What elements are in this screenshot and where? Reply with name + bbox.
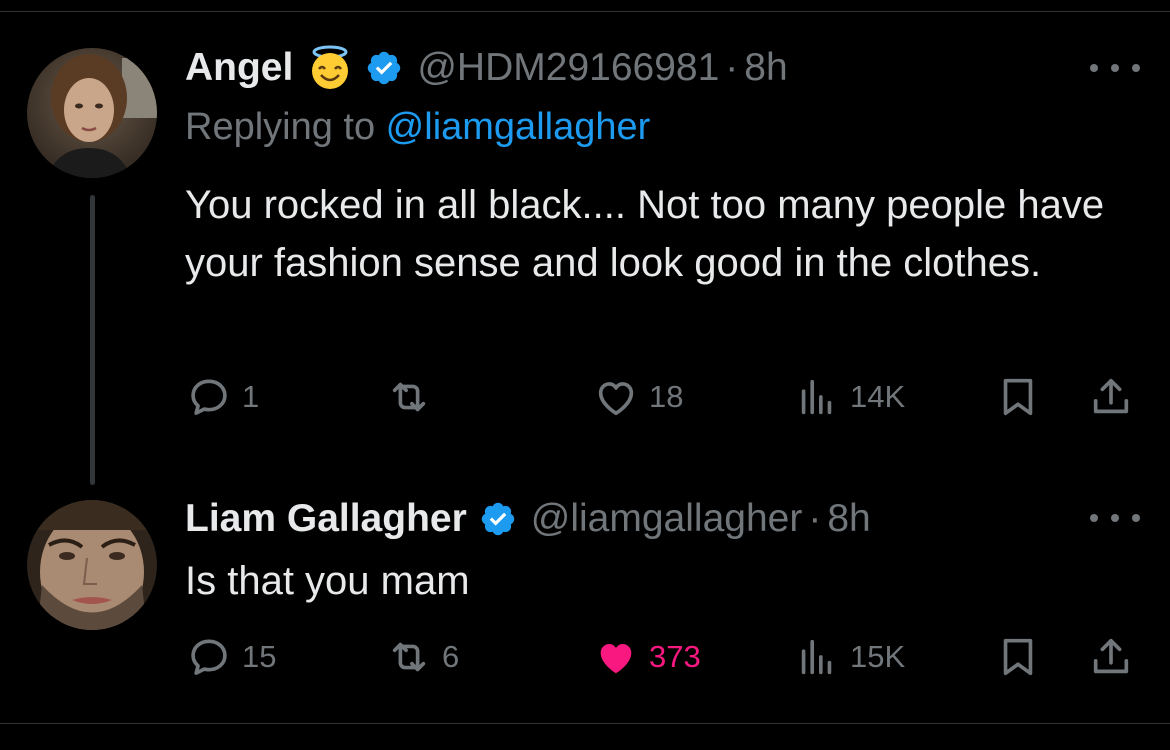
tweet-header: Angel @HDM29166981 · 8h bbox=[185, 45, 788, 90]
retweet-button[interactable]: 6 bbox=[386, 632, 459, 682]
reply-icon bbox=[191, 639, 227, 675]
verified-badge-icon[interactable] bbox=[365, 49, 403, 87]
timestamp[interactable]: 8h bbox=[744, 46, 787, 90]
share-icon bbox=[1093, 378, 1129, 414]
like-count: 18 bbox=[649, 379, 684, 414]
bottom-divider bbox=[0, 723, 1170, 724]
retweet-icon bbox=[392, 382, 426, 412]
replying-to: Replying to @liamgallagher bbox=[185, 106, 650, 149]
separator: · bbox=[808, 497, 822, 540]
reply-count: 15 bbox=[242, 639, 277, 674]
reply-tweet[interactable]: Angel @HDM29166981 · 8h Replying to @lia… bbox=[0, 0, 1170, 470]
avatar[interactable] bbox=[27, 500, 157, 630]
halo-emoji-icon bbox=[312, 45, 349, 89]
tweet-text: You rocked in all black.... Not too many… bbox=[185, 183, 1105, 285]
like-button[interactable]: 18 bbox=[593, 372, 683, 422]
like-button[interactable]: 373 bbox=[593, 632, 701, 682]
reply-button[interactable]: 15 bbox=[186, 632, 276, 682]
action-bar: 1 18 14K bbox=[0, 372, 1170, 422]
bookmark-button[interactable] bbox=[995, 372, 1041, 422]
author-handle[interactable]: @liamgallagher bbox=[531, 497, 803, 541]
heart-filled-icon bbox=[600, 643, 632, 674]
timestamp[interactable]: 8h bbox=[827, 497, 870, 541]
author-name[interactable]: Angel bbox=[185, 46, 293, 90]
bookmark-icon bbox=[1003, 638, 1033, 676]
share-icon bbox=[1093, 638, 1129, 674]
bookmark-icon bbox=[1003, 378, 1033, 416]
heart-icon bbox=[598, 382, 634, 416]
author-handle[interactable]: @HDM29166981 bbox=[417, 46, 719, 90]
separator: · bbox=[725, 46, 739, 89]
action-bar: 15 6 373 15K bbox=[0, 632, 1170, 682]
retweet-count: 6 bbox=[442, 639, 460, 674]
views-button[interactable]: 14K bbox=[794, 372, 905, 422]
views-count: 15K bbox=[850, 639, 906, 674]
main-tweet[interactable]: Liam Gallagher @liamgallagher · 8h Is th… bbox=[0, 470, 1170, 720]
tweet-header: Liam Gallagher @liamgallagher · 8h bbox=[185, 497, 871, 541]
author-name[interactable]: Liam Gallagher bbox=[185, 497, 467, 541]
reply-icon bbox=[191, 379, 227, 415]
thread-connector bbox=[90, 195, 95, 485]
tweet-text: Is that you mam bbox=[185, 559, 470, 603]
replying-mention-link[interactable]: @liamgallagher bbox=[386, 106, 651, 148]
more-options-icon[interactable] bbox=[1090, 508, 1140, 528]
replying-prefix: Replying to bbox=[185, 106, 386, 148]
bookmark-button[interactable] bbox=[995, 632, 1041, 682]
avatar[interactable] bbox=[27, 48, 157, 178]
share-button[interactable] bbox=[1088, 632, 1134, 682]
verified-badge-icon[interactable] bbox=[479, 500, 517, 538]
reply-count: 1 bbox=[242, 379, 260, 414]
more-options-icon[interactable] bbox=[1090, 58, 1140, 78]
views-count: 14K bbox=[850, 379, 906, 414]
share-button[interactable] bbox=[1088, 372, 1134, 422]
like-count: 373 bbox=[649, 639, 701, 674]
views-button[interactable]: 15K bbox=[794, 632, 905, 682]
retweet-icon bbox=[392, 642, 426, 672]
retweet-button[interactable] bbox=[386, 372, 442, 422]
analytics-icon bbox=[801, 639, 832, 675]
analytics-icon bbox=[801, 379, 832, 415]
reply-button[interactable]: 1 bbox=[186, 372, 259, 422]
